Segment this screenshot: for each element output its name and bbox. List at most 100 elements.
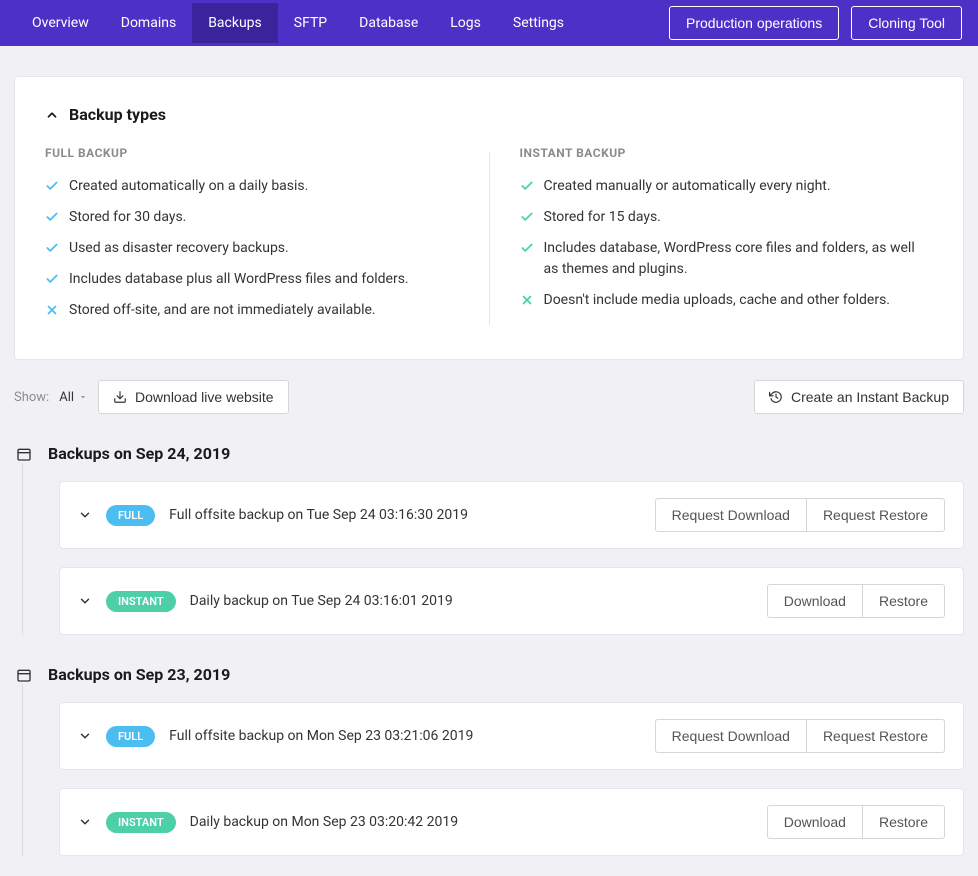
calendar-icon xyxy=(16,667,32,683)
row-actions: Request DownloadRequest Restore xyxy=(655,498,945,532)
check-icon xyxy=(45,238,59,255)
row-actions: Request DownloadRequest Restore xyxy=(655,719,945,753)
check-icon xyxy=(520,176,534,193)
nav-tab-logs[interactable]: Logs xyxy=(434,3,497,43)
expand-toggle[interactable] xyxy=(78,594,92,608)
show-filter-value: All xyxy=(59,390,74,405)
feature-item: Includes database, WordPress core files … xyxy=(520,238,934,280)
feature-item: Doesn't include media uploads, cache and… xyxy=(520,290,934,311)
backup-row: INSTANT Daily backup on Tue Sep 24 03:16:… xyxy=(59,567,964,635)
download-button[interactable]: Request Download xyxy=(655,498,807,532)
feature-item: Stored off-site, and are not immediately… xyxy=(45,300,459,321)
feature-text: Stored for 15 days. xyxy=(544,207,661,228)
show-label: Show: xyxy=(14,390,49,405)
feature-text: Stored off-site, and are not immediately… xyxy=(69,300,376,321)
feature-text: Includes database, WordPress core files … xyxy=(544,238,934,280)
backup-row: INSTANT Daily backup on Mon Sep 23 03:20:… xyxy=(59,788,964,856)
restore-button[interactable]: Request Restore xyxy=(807,719,945,753)
feature-item: Created manually or automatically every … xyxy=(520,176,934,197)
create-instant-label: Create an Instant Backup xyxy=(791,389,949,405)
restore-button[interactable]: Restore xyxy=(863,584,945,618)
backup-description: Daily backup on Tue Sep 24 03:16:01 2019 xyxy=(190,593,453,609)
cloning-tool-button[interactable]: Cloning Tool xyxy=(851,6,962,40)
chevron-up-icon xyxy=(45,108,59,122)
nav-tabs: OverviewDomainsBackupsSFTPDatabaseLogsSe… xyxy=(16,3,580,43)
group-header: Backups on Sep 23, 2019 xyxy=(14,665,964,684)
create-instant-backup-button[interactable]: Create an Instant Backup xyxy=(754,380,964,414)
group-title: Backups on Sep 24, 2019 xyxy=(48,444,230,463)
chevron-down-icon xyxy=(78,594,92,608)
nav-actions: Production operations Cloning Tool xyxy=(669,6,962,40)
chevron-down-icon xyxy=(78,815,92,829)
backup-type-badge: FULL xyxy=(106,505,155,526)
chevron-down-icon xyxy=(78,508,92,522)
expand-toggle[interactable] xyxy=(78,508,92,522)
backup-row: FULL Full offsite backup on Mon Sep 23 03… xyxy=(59,702,964,770)
feature-text: Created automatically on a daily basis. xyxy=(69,176,308,197)
check-icon xyxy=(45,176,59,193)
full-backup-column: FULL BACKUP Created automatically on a d… xyxy=(45,146,489,331)
feature-item: Created automatically on a daily basis. xyxy=(45,176,459,197)
backup-type-badge: INSTANT xyxy=(106,591,176,612)
show-filter-dropdown[interactable]: All xyxy=(59,390,88,405)
cross-icon xyxy=(45,300,59,317)
feature-item: Includes database plus all WordPress fil… xyxy=(45,269,459,290)
feature-text: Includes database plus all WordPress fil… xyxy=(69,269,409,290)
card-title: Backup types xyxy=(69,105,166,124)
nav-tab-backups[interactable]: Backups xyxy=(192,3,278,43)
restore-button[interactable]: Restore xyxy=(863,805,945,839)
backup-description: Daily backup on Mon Sep 23 03:20:42 2019 xyxy=(190,814,458,830)
backup-group: Backups on Sep 24, 2019 FULL Full offsite … xyxy=(14,444,964,635)
card-header[interactable]: Backup types xyxy=(45,105,933,124)
toolbar: Show: All Download live website Create a… xyxy=(14,380,964,414)
nav-tab-domains[interactable]: Domains xyxy=(105,3,192,43)
feature-item: Used as disaster recovery backups. xyxy=(45,238,459,259)
backup-types-card: Backup types FULL BACKUP Created automat… xyxy=(14,76,964,360)
feature-text: Stored for 30 days. xyxy=(69,207,186,228)
row-actions: DownloadRestore xyxy=(767,584,945,618)
nav-tab-sftp[interactable]: SFTP xyxy=(278,3,343,43)
backup-row: FULL Full offsite backup on Tue Sep 24 03… xyxy=(59,481,964,549)
check-icon xyxy=(520,207,534,224)
caret-down-icon xyxy=(78,392,88,402)
download-button[interactable]: Request Download xyxy=(655,719,807,753)
feature-text: Doesn't include media uploads, cache and… xyxy=(544,290,891,311)
download-live-label: Download live website xyxy=(135,389,274,405)
backup-description: Full offsite backup on Tue Sep 24 03:16:… xyxy=(169,507,468,523)
check-icon xyxy=(520,238,534,255)
history-icon xyxy=(769,390,783,404)
instant-backup-column: INSTANT BACKUP Created manually or autom… xyxy=(490,146,934,331)
timeline: FULL Full offsite backup on Mon Sep 23 03… xyxy=(22,684,964,856)
download-live-website-button[interactable]: Download live website xyxy=(98,380,289,414)
download-icon xyxy=(113,390,127,404)
expand-toggle[interactable] xyxy=(78,729,92,743)
group-header: Backups on Sep 24, 2019 xyxy=(14,444,964,463)
backup-description: Full offsite backup on Mon Sep 23 03:21:… xyxy=(169,728,473,744)
chevron-down-icon xyxy=(78,729,92,743)
feature-item: Stored for 15 days. xyxy=(520,207,934,228)
backup-group: Backups on Sep 23, 2019 FULL Full offsite … xyxy=(14,665,964,856)
calendar-icon xyxy=(16,446,32,462)
production-operations-button[interactable]: Production operations xyxy=(669,6,839,40)
nav-tab-settings[interactable]: Settings xyxy=(497,3,580,43)
group-title: Backups on Sep 23, 2019 xyxy=(48,665,230,684)
check-icon xyxy=(45,269,59,286)
row-actions: DownloadRestore xyxy=(767,805,945,839)
nav-tab-overview[interactable]: Overview xyxy=(16,3,105,43)
download-button[interactable]: Download xyxy=(767,805,863,839)
backup-type-badge: FULL xyxy=(106,726,155,747)
nav-tab-database[interactable]: Database xyxy=(343,3,434,43)
feature-text: Used as disaster recovery backups. xyxy=(69,238,289,259)
timeline: FULL Full offsite backup on Tue Sep 24 03… xyxy=(22,463,964,635)
feature-text: Created manually or automatically every … xyxy=(544,176,831,197)
top-nav: OverviewDomainsBackupsSFTPDatabaseLogsSe… xyxy=(0,0,978,46)
instant-backup-heading: INSTANT BACKUP xyxy=(520,146,934,160)
feature-item: Stored for 30 days. xyxy=(45,207,459,228)
check-icon xyxy=(45,207,59,224)
full-backup-heading: FULL BACKUP xyxy=(45,146,459,160)
expand-toggle[interactable] xyxy=(78,815,92,829)
backup-type-badge: INSTANT xyxy=(106,812,176,833)
download-button[interactable]: Download xyxy=(767,584,863,618)
cross-icon xyxy=(520,290,534,307)
restore-button[interactable]: Request Restore xyxy=(807,498,945,532)
